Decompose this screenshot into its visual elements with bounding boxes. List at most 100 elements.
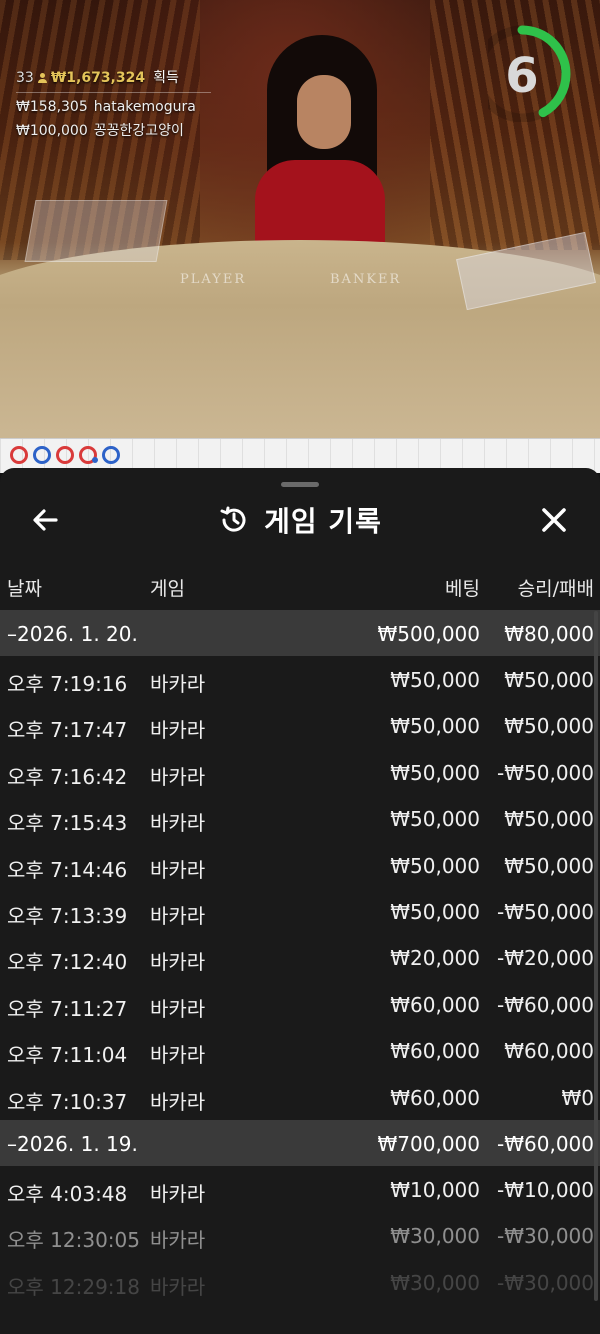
winner-amount: ₩100,000 [16, 123, 88, 139]
road-bead [33, 446, 51, 464]
row-time: 오후 12:30:05 [7, 1228, 140, 1253]
dealer [245, 35, 395, 270]
column-headers: 날짜 게임 베팅 승리/패배 [0, 570, 600, 606]
bead-dot [92, 457, 98, 463]
row-result: -₩20,000 [497, 946, 594, 971]
road-bead [79, 446, 98, 464]
date-group-header[interactable]: –2026. 1. 20. ₩500,000 ₩80,000 [0, 610, 600, 656]
row-result: -₩60,000 [497, 992, 594, 1017]
row-bet: ₩50,000 [390, 760, 480, 785]
row-game: 바카라 [150, 764, 206, 789]
row-bet: ₩30,000 [390, 1270, 480, 1295]
divider [16, 92, 211, 93]
card-shoe [24, 200, 168, 262]
row-time: 오후 7:12:40 [7, 950, 128, 975]
row-bet: ₩60,000 [390, 1039, 480, 1064]
history-row[interactable]: 오후 7:16:42 바카라 ₩50,000 -₩50,000 [0, 749, 600, 795]
history-row[interactable]: 오후 7:14:46 바카라 ₩50,000 ₩50,000 [0, 842, 600, 888]
row-result: ₩0 [561, 1085, 595, 1110]
history-row[interactable]: 오후 7:13:39 바카라 ₩50,000 -₩50,000 [0, 888, 600, 934]
row-time: 오후 7:14:46 [7, 857, 128, 882]
row-bet: ₩20,000 [390, 946, 480, 971]
history-icon [220, 506, 246, 532]
history-row[interactable]: 오후 7:10:37 바카라 ₩60,000 ₩0 [0, 1074, 600, 1120]
column-date: 날짜 [7, 578, 42, 600]
arrow-left-icon [33, 509, 58, 531]
bet-timer: 6 [473, 22, 578, 123]
group-date: –2026. 1. 20. [7, 622, 138, 646]
row-game: 바카라 [150, 1274, 206, 1299]
back-button[interactable] [28, 502, 64, 538]
row-time: 오후 7:16:42 [7, 764, 128, 789]
row-time: 오후 7:10:37 [7, 1089, 128, 1114]
row-time: 오후 7:15:43 [7, 811, 128, 836]
row-result: ₩60,000 [504, 1039, 594, 1064]
row-game: 바카라 [150, 857, 206, 882]
group-bet-total: ₩700,000 [377, 1131, 480, 1156]
row-bet: ₩30,000 [390, 1224, 480, 1249]
winners-count: 33 [16, 70, 34, 86]
column-result: 승리/패배 [517, 578, 594, 600]
history-row[interactable]: 오후 12:30:05 바카라 ₩30,000 -₩30,000 [0, 1212, 600, 1258]
winners-panel: 33 ₩1,673,324 획득 ₩158,305 hatakemogura ₩… [16, 66, 211, 143]
column-game: 게임 [150, 578, 185, 600]
table-label-player: PLAYER [180, 272, 247, 287]
row-game: 바카라 [150, 996, 206, 1021]
timer-value: 6 [505, 48, 539, 104]
road-bead [56, 446, 74, 464]
row-game: 바카라 [150, 718, 206, 743]
row-time: 오후 12:29:18 [7, 1274, 140, 1299]
history-row[interactable]: 오후 4:03:48 바카라 ₩10,000 -₩10,000 [0, 1166, 600, 1212]
row-result: ₩50,000 [504, 853, 594, 878]
history-row[interactable]: 오후 7:12:40 바카라 ₩20,000 -₩20,000 [0, 934, 600, 980]
row-time: 오후 7:11:27 [7, 996, 128, 1021]
row-result: ₩50,000 [504, 714, 594, 739]
row-game: 바카라 [150, 1043, 206, 1068]
row-result: -₩30,000 [497, 1270, 594, 1295]
live-video: PLAYER BANKER 33 ₩1,673,324 획득 ₩158,305 … [0, 0, 600, 440]
date-group-header[interactable]: –2026. 1. 19. ₩700,000 -₩60,000 [0, 1119, 600, 1166]
road-bead [10, 446, 28, 464]
winner-name: 꽁꽁한강고양이 [93, 123, 184, 139]
history-row[interactable]: 오후 7:11:04 바카라 ₩60,000 ₩60,000 [0, 1027, 600, 1073]
group-bet-total: ₩500,000 [377, 622, 480, 646]
row-bet: ₩10,000 [390, 1177, 480, 1202]
row-game: 바카라 [150, 1228, 206, 1253]
winner-name: hatakemogura [93, 99, 196, 115]
road-bead [102, 446, 120, 464]
row-result: -₩30,000 [497, 1224, 594, 1249]
row-game: 바카라 [150, 672, 206, 696]
drag-handle[interactable] [281, 482, 319, 487]
history-row[interactable]: 오후 7:19:16 바카라 ₩50,000 ₩50,000 [0, 656, 600, 702]
close-icon [542, 508, 566, 532]
winners-suffix: 획득 [153, 70, 179, 86]
row-time: 오후 7:13:39 [7, 903, 128, 928]
row-time: 오후 4:03:48 [7, 1181, 128, 1206]
row-time: 오후 7:19:16 [7, 672, 128, 696]
row-result: -₩50,000 [497, 899, 594, 924]
row-bet: ₩50,000 [390, 853, 480, 878]
row-bet: ₩50,000 [390, 807, 480, 832]
scrollbar[interactable] [594, 611, 598, 1301]
column-bet: 베팅 [445, 578, 480, 600]
history-row[interactable]: 오후 12:29:18 바카라 ₩30,000 -₩30,000 [0, 1259, 600, 1305]
winners-total: ₩1,673,324 [50, 70, 146, 86]
row-bet: ₩50,000 [390, 714, 480, 739]
winner-amount: ₩158,305 [16, 99, 88, 115]
row-game: 바카라 [150, 1089, 206, 1114]
row-time: 오후 7:11:04 [7, 1043, 128, 1068]
table-label-banker: BANKER [330, 272, 402, 287]
history-row[interactable]: 오후 7:11:27 바카라 ₩60,000 -₩60,000 [0, 981, 600, 1027]
row-bet: ₩60,000 [390, 1085, 480, 1110]
close-button[interactable] [536, 502, 572, 538]
group-result-total: ₩80,000 [504, 622, 594, 646]
sheet-title: 게임 기록 [264, 505, 382, 538]
group-result-total: -₩60,000 [497, 1131, 594, 1156]
sheet-header: 게임 기록 [0, 490, 600, 550]
group-date: –2026. 1. 19. [7, 1131, 138, 1156]
person-icon [37, 73, 47, 83]
history-row[interactable]: 오후 7:15:43 바카라 ₩50,000 ₩50,000 [0, 795, 600, 841]
history-list[interactable]: –2026. 1. 20. ₩500,000 ₩80,000 오후 7:19:16 바카… [0, 610, 600, 1305]
history-row[interactable]: 오후 7:17:47 바카라 ₩50,000 ₩50,000 [0, 702, 600, 748]
row-result: -₩10,000 [497, 1177, 594, 1202]
